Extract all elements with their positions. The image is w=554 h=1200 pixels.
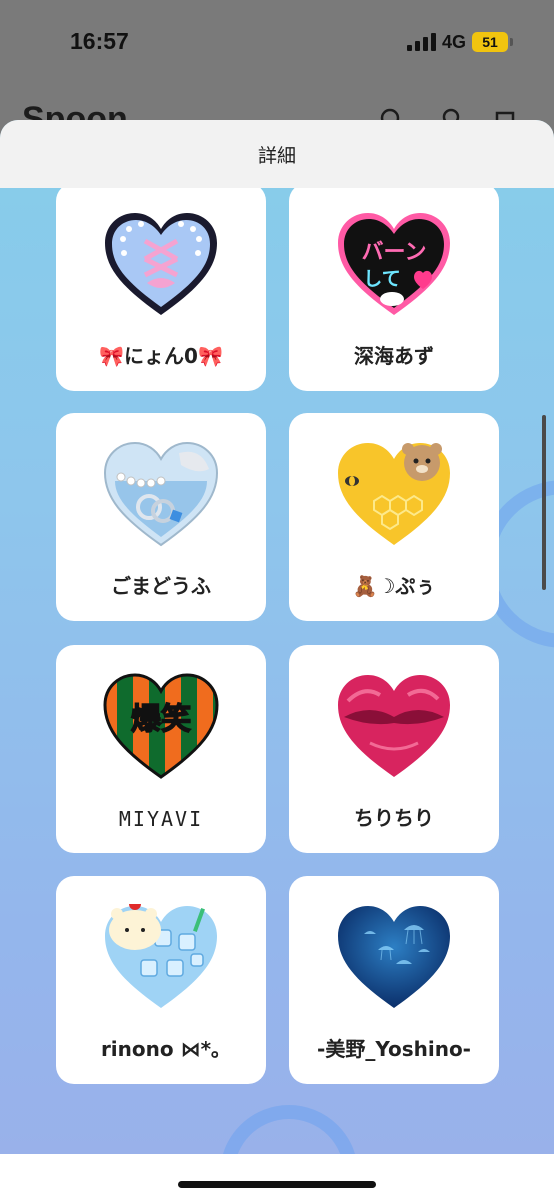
gift-card[interactable]: -美野_Yoshino-: [289, 876, 499, 1084]
honey-bear-heart-icon: [338, 443, 450, 545]
lace-corset-heart-icon: [105, 213, 217, 315]
gift-sender-name: 深海あず: [354, 344, 434, 368]
home-bar-area: [0, 1154, 554, 1200]
gift-card[interactable]: バーン して 深海あず: [289, 183, 499, 391]
battery-icon: 51: [472, 32, 513, 52]
gift-sender-name: 🎀にょん0🎀: [99, 344, 223, 368]
jellyfish-heart-icon: [338, 906, 450, 1008]
soda-bear-heart-icon: [105, 904, 217, 1008]
pearl-ring-heart-icon: [103, 441, 219, 547]
gift-card[interactable]: ごまどうふ: [56, 413, 266, 621]
gift-card[interactable]: 🧸☽ぷぅ: [289, 413, 499, 621]
lips-heart-icon: [338, 675, 450, 777]
gift-card[interactable]: 爆笑 MIYAVI: [56, 645, 266, 853]
gift-sender-name: -美野_Yoshino-: [317, 1037, 471, 1061]
detail-sheet: 詳細 🎀にょん0🎀 バーン して 深海あず ごまどうふ 🧸☽ぷぅ 爆笑 MIYA…: [0, 120, 554, 1200]
scrollbar[interactable]: [542, 415, 546, 590]
gift-sender-name: 🧸☽ぷぅ: [352, 574, 436, 598]
bang-shite-heart-icon: バーン して: [338, 213, 450, 315]
sheet-title: 詳細: [257, 144, 296, 167]
gift-sender-name: ちりちり: [354, 806, 434, 830]
signal-icon: [406, 33, 436, 51]
gift-card[interactable]: ちりちり: [289, 645, 499, 853]
gift-grid: 🎀にょん0🎀 バーン して 深海あず ごまどうふ 🧸☽ぷぅ 爆笑 MIYAVI …: [0, 120, 554, 1200]
sheet-header: 詳細: [0, 120, 554, 188]
heart-text-bang: バーン: [362, 240, 427, 265]
heart-text-bakusho: 爆笑: [131, 702, 191, 737]
gift-sender-name: rinono ⋈*｡: [100, 1037, 222, 1061]
status-bar: 16:57 4G 51: [0, 0, 554, 86]
heart-text-shite: して: [363, 268, 400, 290]
gift-card[interactable]: 🎀にょん0🎀: [56, 183, 266, 391]
gift-sender-name: MIYAVI: [118, 807, 204, 831]
battery-level: 51: [482, 34, 498, 50]
network-type: 4G: [441, 31, 466, 52]
bakusho-striped-heart-icon: 爆笑: [103, 673, 219, 779]
status-time: 16:57: [70, 28, 129, 54]
gift-sender-name: ごまどうふ: [111, 574, 211, 598]
status-indicators: 4G 51: [406, 30, 513, 54]
gift-card[interactable]: rinono ⋈*｡: [56, 876, 266, 1084]
home-indicator[interactable]: [178, 1181, 376, 1188]
